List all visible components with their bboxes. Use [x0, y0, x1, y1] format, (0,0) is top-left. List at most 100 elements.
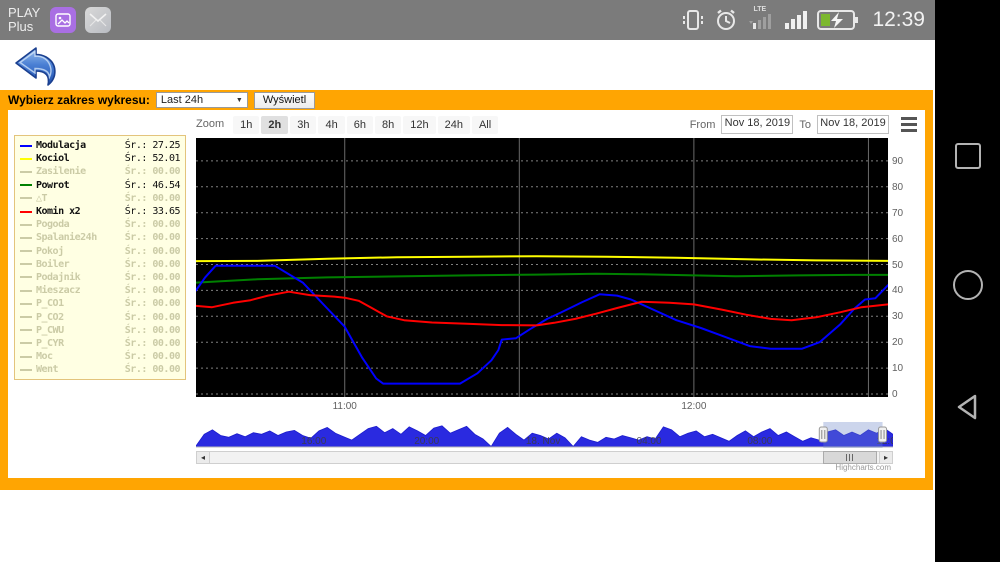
android-navigation-bar: [935, 0, 1000, 562]
series-color-marker: [20, 236, 32, 239]
chevron-down-icon: ▼: [235, 96, 243, 104]
vibrate-icon: [683, 10, 704, 30]
legend-item-kociol[interactable]: Kociol Śr.: 52.01: [20, 152, 181, 165]
webpage: Wybierz zakres wykresu: Last 24h ▼ Wyświe…: [0, 40, 935, 562]
zoom-button-8h[interactable]: 8h: [374, 116, 402, 134]
from-date-input[interactable]: Nov 18, 2019: [721, 115, 794, 134]
series-average: Śr.: 00.00: [124, 219, 181, 231]
zoom-button-4h[interactable]: 4h: [318, 116, 345, 134]
series-average: Śr.: 00.00: [124, 298, 181, 310]
series-color-marker: [20, 223, 32, 226]
series-color-marker: [20, 263, 32, 266]
hamburger-menu-icon[interactable]: [901, 117, 917, 132]
series-average: Śr.: 00.00: [124, 337, 181, 349]
series-name: Moc: [36, 351, 53, 363]
legend-item-p-co1[interactable]: P_CO1 Śr.: 00.00: [20, 297, 181, 310]
legend-item-moc[interactable]: Moc Śr.: 00.00: [20, 350, 181, 363]
svg-text:08:00: 08:00: [747, 436, 772, 447]
series-average: Śr.: 00.00: [124, 166, 181, 178]
legend-item-zasilenie[interactable]: Zasilenie Śr.: 00.00: [20, 165, 181, 178]
legend-item-boiler[interactable]: Boiler Śr.: 00.00: [20, 258, 181, 271]
zoom-button-all[interactable]: All: [471, 116, 499, 134]
main-plot[interactable]: [196, 138, 888, 397]
series-color-marker: [20, 342, 32, 345]
legend-item-podajnik[interactable]: Podajnik Śr.: 00.00: [20, 271, 181, 284]
series-color-marker: [20, 197, 32, 200]
svg-text:18. Nov: 18. Nov: [526, 436, 560, 447]
legend-item-powrot[interactable]: Powrot Śr.: 46.54: [20, 179, 181, 192]
zoom-button-3h[interactable]: 3h: [290, 116, 317, 134]
zoom-button-2h[interactable]: 2h: [261, 116, 289, 134]
series-average: Śr.: 00.00: [124, 232, 181, 244]
range-select-dropdown[interactable]: Last 24h ▼: [155, 92, 248, 108]
series-name: Modulacja: [36, 140, 86, 152]
screenshot-notification-icon[interactable]: [50, 7, 77, 33]
series-name: Podajnik: [36, 271, 81, 283]
legend-item-p-co2[interactable]: P_CO2 Śr.: 00.00: [20, 310, 181, 323]
series-name: Powrot: [36, 179, 70, 191]
series-color-marker: [20, 289, 32, 292]
series-name: P_CYR: [36, 337, 64, 349]
legend-item-modulacja[interactable]: Modulacja Śr.: 27.25: [20, 139, 181, 152]
zoom-button-12h[interactable]: 12h: [403, 116, 436, 134]
display-button[interactable]: Wyświetl: [253, 91, 316, 109]
to-label: To: [799, 118, 811, 131]
battery-charging-icon: [817, 10, 859, 30]
carrier-label: PLAY Plus: [8, 5, 41, 34]
zoom-button-1h[interactable]: 1h: [233, 116, 260, 134]
legend-item-p-cwu[interactable]: P_CWU Śr.: 00.00: [20, 324, 181, 337]
series-name: Went: [36, 364, 59, 376]
series-name: △T: [36, 192, 48, 204]
alarm-icon: [717, 9, 736, 30]
legend-item-komin-x2[interactable]: Komin x2 Śr.: 33.65: [20, 205, 181, 218]
series-average: Śr.: 00.00: [124, 271, 181, 283]
lte-signal-icon: LTE: [747, 6, 773, 32]
zoom-button-row: Zoom 1h 2h 3h 4h 6h 8h 12h 24h All: [196, 115, 500, 134]
legend-item-pokoj[interactable]: Pokoj Śr.: 00.00: [20, 245, 181, 258]
page-back-arrow-icon[interactable]: [8, 44, 58, 90]
series-color-marker: [20, 276, 32, 279]
clock: 12:39: [872, 8, 925, 31]
navigator[interactable]: 16:0020:0018. Nov04:0008:0012:00: [196, 422, 893, 452]
series-color-marker: [20, 250, 32, 253]
back-button-icon[interactable]: [953, 392, 983, 422]
y-axis-tick-label: 80: [892, 181, 904, 193]
series-average: Śr.: 52.01: [124, 153, 181, 165]
scroll-left-arrow-icon[interactable]: ◂: [196, 451, 210, 464]
series-name: Mieszacz: [36, 285, 81, 297]
series-color-marker: [20, 144, 32, 147]
signal-icon: [785, 11, 808, 29]
series-name: Komin x2: [36, 206, 81, 218]
zoom-button-6h[interactable]: 6h: [346, 116, 373, 134]
series-name: Pogoda: [36, 219, 70, 231]
series-name: Kociol: [36, 153, 70, 165]
series-color-marker: [20, 302, 32, 305]
zoom-button-24h[interactable]: 24h: [437, 116, 470, 134]
message-notification-icon[interactable]: [85, 7, 112, 33]
recents-button-icon[interactable]: [954, 143, 981, 169]
home-button-icon[interactable]: [952, 270, 983, 300]
legend-item-spalanie24h[interactable]: Spalanie24h Śr.: 00.00: [20, 231, 181, 244]
svg-text:04:00: 04:00: [637, 436, 662, 447]
x-axis-tick-label: 11:00: [332, 401, 357, 412]
zoom-label: Zoom: [196, 118, 225, 130]
legend-item-mieszacz[interactable]: Mieszacz Śr.: 00.00: [20, 284, 181, 297]
series-average: Śr.: 46.54: [124, 179, 181, 191]
series-legend: Modulacja Śr.: 27.25 Kociol Śr.: 52.01 Zasil…: [14, 135, 186, 380]
to-date-input[interactable]: Nov 18, 2019: [817, 115, 889, 134]
series-name: P_CWU: [36, 324, 64, 336]
chart-panel: Wybierz zakres wykresu: Last 24h ▼ Wyświe…: [0, 90, 933, 490]
y-axis-tick-label: 30: [892, 311, 904, 323]
series-color-marker: [20, 170, 32, 173]
y-axis-tick-label: 20: [892, 337, 904, 349]
chart-area: Zoom 1h 2h 3h 4h 6h 8h 12h 24h All From Nov 18, …: [8, 110, 925, 478]
chart-scrollbar[interactable]: ◂ ▸: [196, 451, 893, 464]
legend-item--t[interactable]: △T Śr.: 00.00: [20, 192, 181, 205]
legend-item-pogoda[interactable]: Pogoda Śr.: 00.00: [20, 218, 181, 231]
y-axis-tick-label: 60: [892, 233, 904, 245]
series-color-marker: [20, 368, 32, 371]
legend-item-p-cyr[interactable]: P_CYR Śr.: 00.00: [20, 337, 181, 350]
from-label: From: [689, 118, 716, 131]
legend-item-went[interactable]: Went Śr.: 00.00: [20, 363, 181, 376]
date-range-controls: From Nov 18, 2019 To Nov 18, 2019: [690, 115, 917, 134]
